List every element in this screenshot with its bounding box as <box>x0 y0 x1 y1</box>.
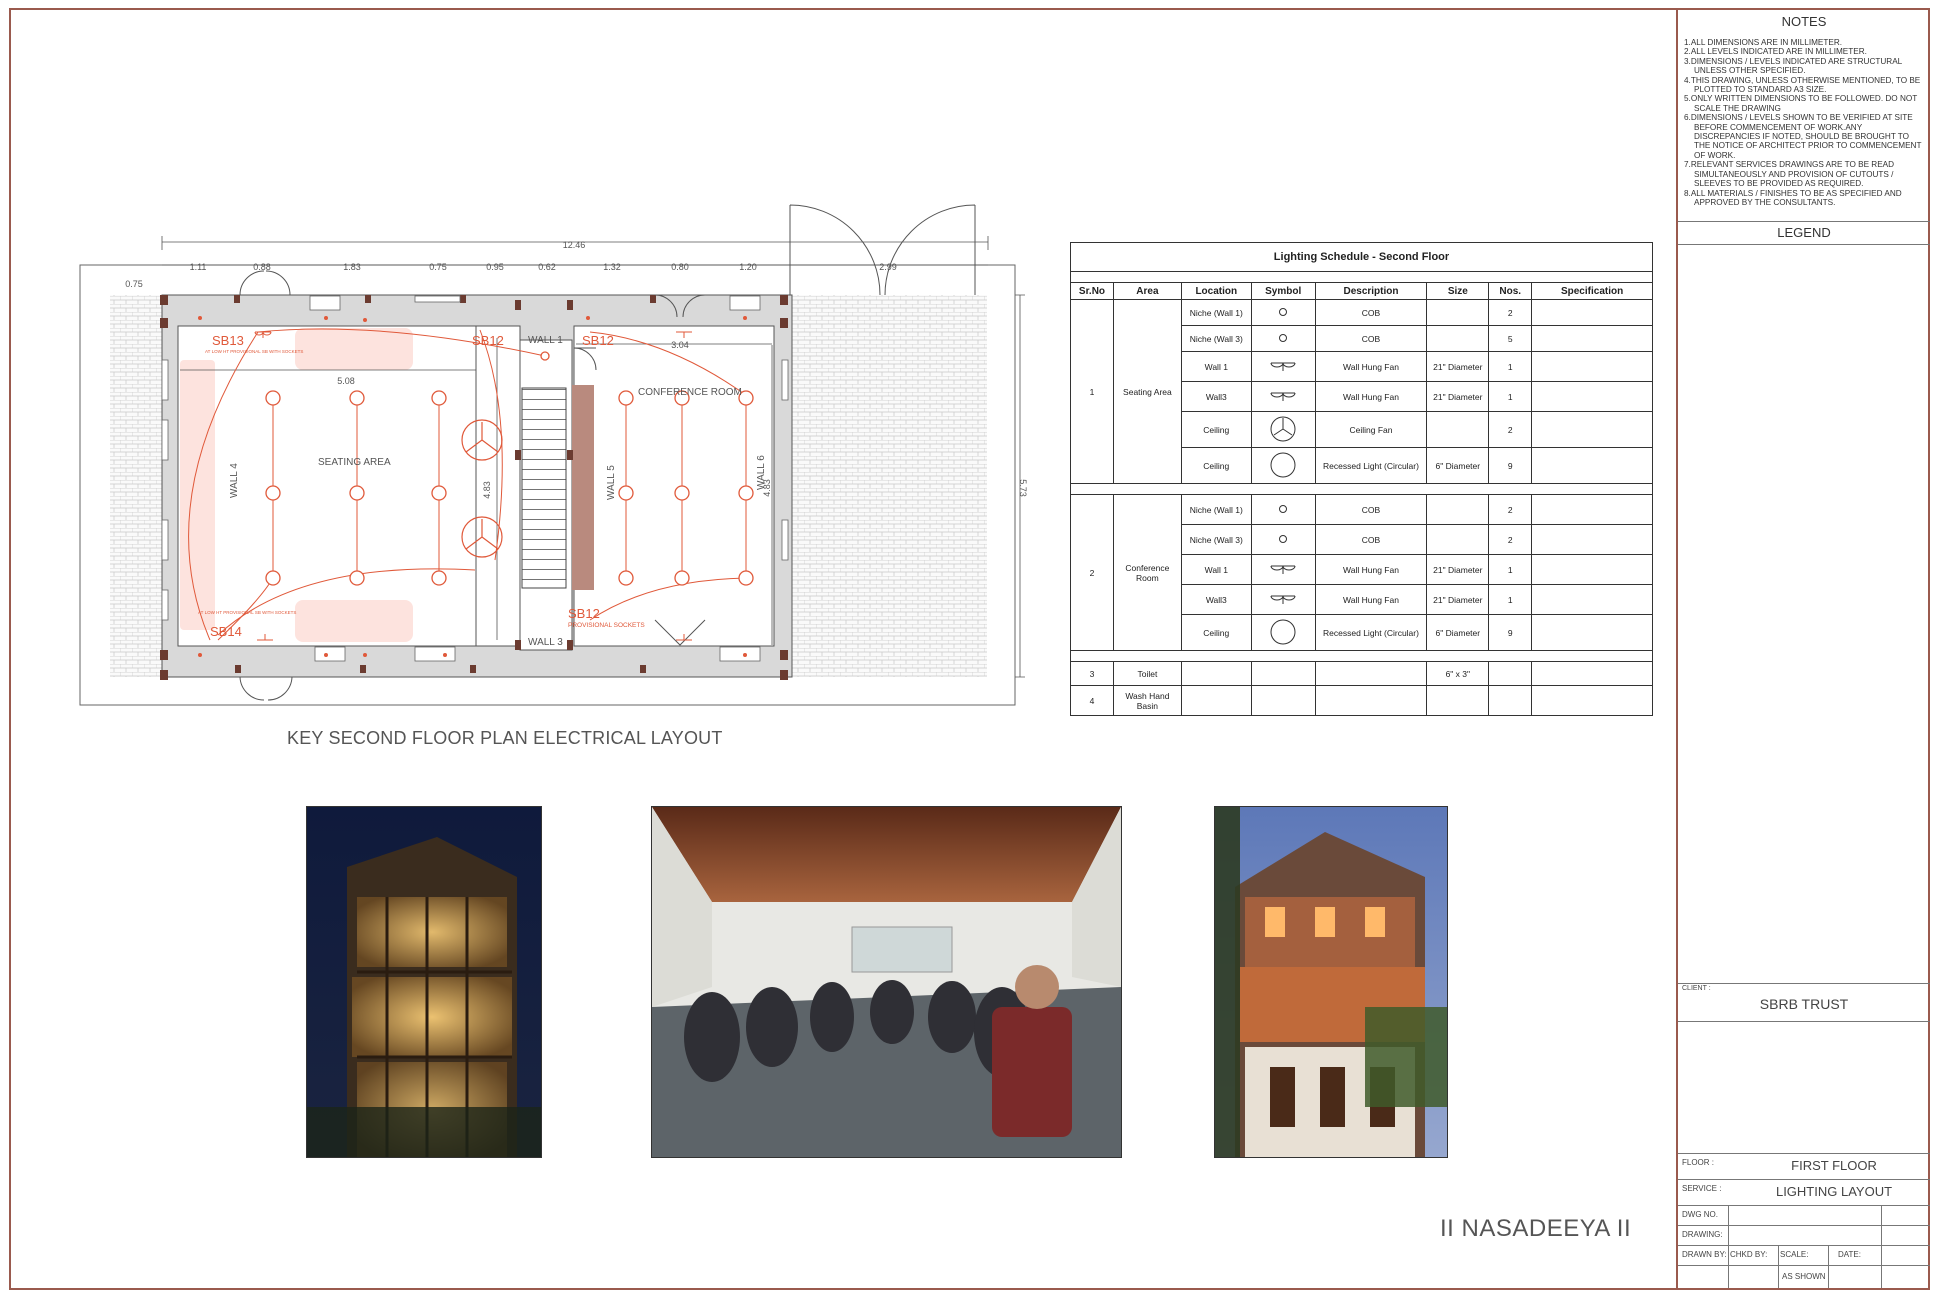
svg-text:2.99: 2.99 <box>879 262 897 272</box>
zone-bottom <box>295 600 413 642</box>
ceiling-fan-icon <box>1270 416 1296 441</box>
label-wall6: WALL 6 <box>756 455 767 490</box>
note-item: 6.DIMENSIONS / LEVELS SHOWN TO BE VERIFI… <box>1684 113 1922 160</box>
label-seating-area: SEATING AREA <box>318 457 391 468</box>
wall-fan-icon <box>1270 565 1296 574</box>
svg-text:1.83: 1.83 <box>343 262 361 272</box>
zone-top <box>295 328 413 370</box>
note-item: 2.ALL LEVELS INDICATED ARE IN MILLIMETER… <box>1684 47 1867 57</box>
note-item: 1.ALL DIMENSIONS ARE IN MILLIMETER. <box>1684 38 1843 47</box>
note-sb12c: PROVISIONAL SOCKETS <box>568 622 645 629</box>
service-row: SERVICE : LIGHTING LAYOUT <box>1678 1179 1930 1204</box>
table-row: 1 Seating Area Niche (Wall 1) COB 2 <box>1070 299 1653 484</box>
building-evening-photo <box>1214 806 1448 1158</box>
svg-text:0.80: 0.80 <box>671 262 689 272</box>
brand-name: II NASADEEYA II <box>1440 1215 1632 1242</box>
svg-text:3.04: 3.04 <box>671 340 689 350</box>
cob-icon <box>1279 307 1288 316</box>
lighting-schedule: Lighting Schedule - Second Floor Sr.No Ar… <box>1070 242 1653 716</box>
wall-fan-icon <box>1270 362 1296 371</box>
note-item: 7.RELEVANT SERVICES DRAWINGS ARE TO BE R… <box>1684 160 1895 189</box>
table-row: 2 Conference Room Niche (Wall 1) COB 2 <box>1070 494 1653 651</box>
drawing-row: DRAWING: <box>1678 1225 1930 1246</box>
recessed-light-icon <box>1270 452 1296 477</box>
drawn-by-row: DRAWN BY: CHKD BY: SCALE: DATE: <box>1678 1245 1930 1288</box>
floor-plan: 12.46 1.11 0.88 1.83 0.75 0.95 0.62 1.32… <box>79 204 1028 706</box>
label-wall1: WALL 1 <box>528 335 563 346</box>
note-sb13: AT LOW HT PROVISIONAL SB WITH SOCKETS <box>205 349 303 354</box>
notes-title: NOTES <box>1781 14 1827 29</box>
recessed-light-icon <box>1270 619 1296 644</box>
note-item: 8.ALL MATERIALS / FINISHES TO BE AS SPEC… <box>1684 188 1902 207</box>
table-row: 4 Wash Hand Basin <box>1070 685 1653 716</box>
label-sb14: SB14 <box>210 624 242 639</box>
signature-row: AS SHOWN <box>1678 1265 1930 1288</box>
floor-value: FIRST FLOOR <box>1791 1158 1877 1173</box>
scale-value: AS SHOWN <box>1782 1272 1826 1281</box>
note-sb14: AT LOW HT PROVISIONAL SB WITH SOCKETS <box>198 610 296 615</box>
label-sb12c: SB12 <box>568 606 600 621</box>
note-item: 3.DIMENSIONS / LEVELS INDICATED ARE STRU… <box>1684 56 1902 76</box>
svg-text:5.73: 5.73 <box>1018 479 1028 497</box>
cob-icon <box>1279 534 1288 543</box>
legend-title: LEGEND <box>1777 225 1831 240</box>
note-item: 4.THIS DRAWING, UNLESS OTHERWISE MENTION… <box>1684 75 1921 95</box>
svg-text:0.75: 0.75 <box>429 262 447 272</box>
svg-text:4.83: 4.83 <box>482 481 492 499</box>
service-value: LIGHTING LAYOUT <box>1775 1184 1893 1199</box>
svg-text:1.32: 1.32 <box>603 262 621 272</box>
svg-text:5.08: 5.08 <box>337 376 355 386</box>
paving-left <box>110 295 162 677</box>
seating-room <box>177 325 477 647</box>
cob-icon <box>1279 333 1288 342</box>
table-row: 3 Toilet 6" x 3" <box>1070 661 1653 686</box>
label-wall3: WALL 3 <box>528 637 563 648</box>
wall-fan-icon <box>1270 595 1296 604</box>
conference-room-photo <box>651 806 1122 1158</box>
svg-text:0.88: 0.88 <box>253 262 271 272</box>
floor-row: FLOOR : FIRST FLOOR <box>1678 1153 1930 1178</box>
label-wall5: WALL 5 <box>606 465 617 500</box>
dwg-no-row: DWG NO. <box>1678 1205 1930 1226</box>
title-block-sidebar: NOTES 1.ALL DIMENSIONS ARE IN MILLIMETER… <box>1676 8 1930 1290</box>
client-value: SBRB TRUST <box>1759 996 1849 1012</box>
building-night-photo <box>306 806 542 1158</box>
stair-treads <box>521 387 567 589</box>
label-wall4: WALL 4 <box>229 463 240 498</box>
label-sb12a: SB12 <box>472 333 504 348</box>
schedule-header: Sr.No Area Location Symbol Description Size… <box>1070 282 1653 300</box>
wall5-wood <box>572 385 594 590</box>
svg-text:0.62: 0.62 <box>538 262 556 272</box>
svg-text:0.95: 0.95 <box>486 262 504 272</box>
svg-text:12.46: 12.46 <box>563 240 586 250</box>
label-sb13: SB13 <box>212 333 244 348</box>
wall-fan-icon <box>1270 392 1296 401</box>
client-label: CLIENT : <box>1682 985 1711 992</box>
schedule-title: Lighting Schedule - Second Floor <box>1070 242 1653 272</box>
plan-title: KEY SECOND FLOOR PLAN ELECTRICAL LAYOUT <box>287 728 723 748</box>
note-item: 5.ONLY WRITTEN DIMENSIONS TO BE FOLLOWED… <box>1684 94 1918 113</box>
label-conference-room: CONFERENCE ROOM <box>638 387 742 398</box>
svg-text:1.20: 1.20 <box>739 262 757 272</box>
svg-text:1.11: 1.11 <box>190 262 207 272</box>
svg-text:0.75: 0.75 <box>125 279 143 289</box>
cob-icon <box>1279 504 1288 513</box>
label-sb12b: SB12 <box>582 333 614 348</box>
zone-left <box>180 360 215 630</box>
paving-right <box>792 295 987 677</box>
notes-list: 1.ALL DIMENSIONS ARE IN MILLIMETER. 2.AL… <box>1684 38 1924 207</box>
